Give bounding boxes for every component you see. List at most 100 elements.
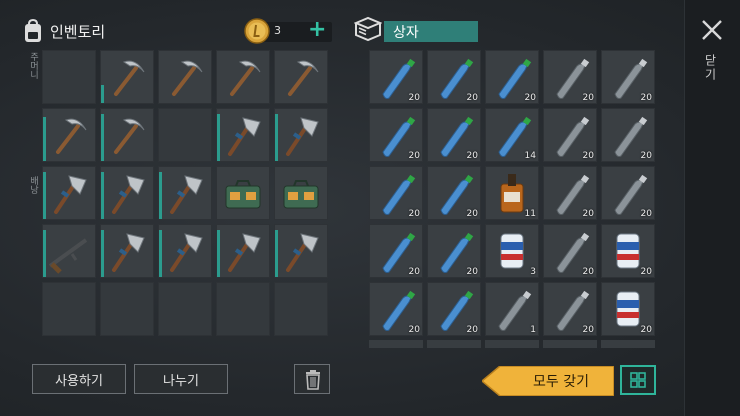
box-slot[interactable]: 20: [543, 166, 597, 220]
hatchet-icon: [54, 175, 87, 214]
inventory-slot[interactable]: [274, 108, 328, 162]
item-quantity: 20: [466, 209, 478, 219]
pickaxe-icon: [230, 60, 261, 96]
box-slot[interactable]: 20: [369, 282, 423, 336]
inventory-slot[interactable]: [158, 166, 212, 220]
box-grid: 20 20 20 20 20 20 20 14 20 20 20 20 11 20 20 20 20 3 20 20 2…: [369, 50, 655, 336]
box-slot[interactable]: 20: [369, 50, 423, 104]
box-slot[interactable]: 20: [369, 108, 423, 162]
grid-icon: [630, 372, 646, 388]
inventory-slot[interactable]: [274, 282, 328, 336]
inventory-slot[interactable]: [42, 50, 96, 104]
inventory-slot[interactable]: [42, 224, 96, 278]
box-slot[interactable]: 3: [485, 224, 539, 278]
inventory-slot[interactable]: [100, 282, 154, 336]
box-slot[interactable]: 20: [427, 224, 481, 278]
item-quantity: 20: [408, 93, 420, 103]
pocket-label: 주머니: [28, 52, 38, 79]
inventory-slot[interactable]: [216, 50, 270, 104]
backpack-label: 배낭: [28, 176, 38, 194]
hatchet-icon: [170, 175, 203, 214]
box-icon: [354, 16, 382, 42]
item-quantity: 20: [466, 267, 478, 277]
item-quantity: 1: [530, 325, 536, 335]
box-slot[interactable]: 20: [601, 282, 655, 336]
inventory-slot[interactable]: [100, 50, 154, 104]
inventory-slot[interactable]: [158, 50, 212, 104]
item-quantity: 20: [466, 93, 478, 103]
coin-count: 3: [274, 24, 281, 37]
hatchet-icon: [228, 117, 261, 156]
item-quantity: 14: [524, 151, 536, 161]
box-slot[interactable]: 20: [369, 166, 423, 220]
inventory-slot[interactable]: [274, 224, 328, 278]
inventory-slot[interactable]: [158, 282, 212, 336]
item-quantity: 20: [466, 151, 478, 161]
take-all-label[interactable]: 모두 갖기: [510, 371, 612, 391]
box-slot[interactable]: 20: [485, 50, 539, 104]
item-quantity: 20: [582, 325, 594, 335]
box-slot[interactable]: 20: [369, 224, 423, 278]
inventory-slot[interactable]: [100, 166, 154, 220]
pickaxe-icon: [114, 60, 145, 96]
inventory-slot[interactable]: [158, 224, 212, 278]
inventory-slot[interactable]: [216, 108, 270, 162]
box-slot[interactable]: 11: [485, 166, 539, 220]
pickaxe-icon: [56, 118, 87, 154]
close-label[interactable]: 닫기: [703, 54, 719, 82]
game-inventory-screen: 닫기 인벤토리 3 + 상자 주머니 배낭 20 20 20 20 20 20 20 14 20…: [0, 0, 740, 416]
inventory-slot[interactable]: [216, 224, 270, 278]
item-quantity: 3: [530, 267, 536, 277]
box-grid-overflow-row: [369, 340, 655, 348]
item-quantity: 20: [408, 209, 420, 219]
inventory-slot[interactable]: [42, 282, 96, 336]
inventory-slot[interactable]: [274, 166, 328, 220]
box-slot[interactable]: 1: [485, 282, 539, 336]
item-quantity: 20: [408, 151, 420, 161]
box-slot[interactable]: 20: [427, 50, 481, 104]
inventory-header: 인벤토리: [24, 16, 105, 46]
split-button[interactable]: 나누기: [134, 364, 228, 394]
hatchet-icon: [286, 233, 319, 272]
inventory-slot[interactable]: [274, 50, 328, 104]
item-quantity: 20: [640, 93, 652, 103]
box-slot[interactable]: 20: [543, 50, 597, 104]
hatchet-icon: [170, 233, 203, 272]
inventory-slot[interactable]: [100, 224, 154, 278]
box-slot[interactable]: 20: [543, 282, 597, 336]
item-quantity: 20: [524, 93, 536, 103]
box-slot[interactable]: 20: [427, 108, 481, 162]
inventory-slot[interactable]: [100, 108, 154, 162]
box-slot[interactable]: 20: [601, 108, 655, 162]
close-icon[interactable]: [700, 18, 724, 42]
inventory-slot[interactable]: [42, 108, 96, 162]
box-slot[interactable]: 20: [427, 166, 481, 220]
item-quantity: 20: [408, 267, 420, 277]
hatchet-icon: [286, 117, 319, 156]
inventory-slot[interactable]: [216, 282, 270, 336]
box-slot[interactable]: 20: [543, 224, 597, 278]
backpack-icon: [25, 19, 41, 42]
item-quantity: 20: [640, 267, 652, 277]
inventory-slot[interactable]: [158, 108, 212, 162]
inventory-slot[interactable]: [216, 166, 270, 220]
inventory-slot[interactable]: [42, 166, 96, 220]
add-coins-button[interactable]: +: [308, 18, 326, 42]
use-button[interactable]: 사용하기: [32, 364, 126, 394]
item-quantity: 20: [640, 151, 652, 161]
inventory-grid: [42, 50, 328, 336]
item-quantity: 20: [582, 267, 594, 277]
box-slot[interactable]: 20: [601, 166, 655, 220]
box-slot[interactable]: 20: [427, 282, 481, 336]
box-slot[interactable]: 20: [601, 224, 655, 278]
delete-button[interactable]: [294, 364, 330, 394]
item-quantity: 20: [582, 93, 594, 103]
hatchet-icon: [228, 233, 261, 272]
grid-view-button[interactable]: [620, 365, 656, 395]
box-slot[interactable]: 14: [485, 108, 539, 162]
inventory-title: 인벤토리: [50, 22, 106, 41]
coin-counter: 3 +: [244, 18, 332, 44]
item-quantity: 20: [582, 151, 594, 161]
box-slot[interactable]: 20: [543, 108, 597, 162]
box-slot[interactable]: 20: [601, 50, 655, 104]
